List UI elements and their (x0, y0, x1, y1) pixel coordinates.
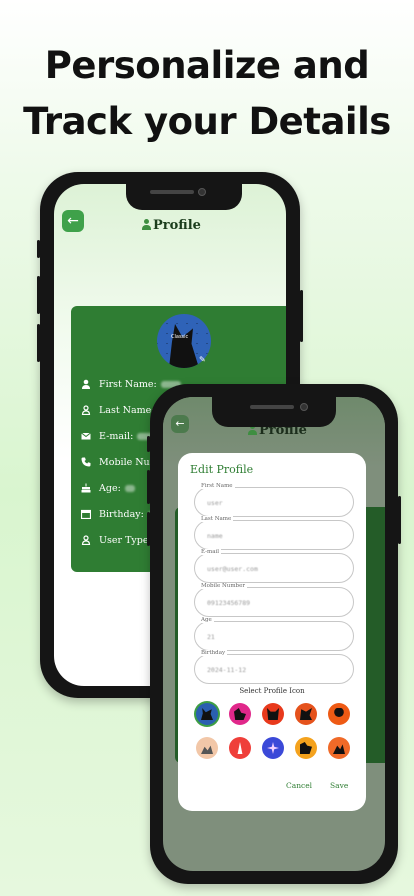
person-outline-icon (81, 535, 91, 546)
notch (126, 184, 242, 210)
phone-icon (81, 457, 91, 467)
birthday-field[interactable]: Birthday 2024-11-12 (194, 650, 354, 684)
last-name-field[interactable]: Last Name name (194, 516, 354, 550)
landscape-peach-icon[interactable] (196, 737, 218, 759)
cat-red-icon[interactable] (262, 703, 284, 725)
cancel-button[interactable]: Cancel (286, 781, 312, 790)
edit-profile-dialog: Edit Profile First Name user Last Name n… (178, 453, 366, 811)
power-button (398, 496, 401, 544)
age-field[interactable]: Age 21 (194, 617, 354, 651)
dialog-title: Edit Profile (190, 463, 254, 476)
volume-down-button (147, 512, 150, 546)
wolf-orange-icon[interactable] (295, 703, 317, 725)
camera (198, 188, 206, 196)
mountain-orange-icon[interactable] (328, 737, 350, 759)
dog-blue-icon[interactable] (196, 703, 218, 725)
select-profile-icon-label: Select Profile Icon (239, 687, 305, 695)
row-age: Age: (81, 480, 135, 496)
person-icon (142, 219, 151, 230)
cake-icon (81, 483, 91, 493)
volume-up-button (147, 470, 150, 504)
side-button (147, 436, 150, 452)
speaker (250, 405, 294, 409)
tower-red-icon[interactable] (229, 737, 251, 759)
power-button (300, 290, 303, 342)
back-button[interactable]: ← (62, 210, 84, 232)
edit-pencil-icon[interactable]: ✎ (199, 356, 207, 364)
person-outline-icon (81, 405, 91, 416)
speaker (150, 190, 194, 194)
headline-line-2: Track your Details (23, 100, 391, 143)
cat-yellow-icon[interactable] (295, 737, 317, 759)
headline: Personalize and Track your Details (0, 38, 414, 150)
volume-down-button (37, 324, 40, 362)
avatar-caption: Classic (171, 334, 189, 340)
headline-line-1: Personalize and (44, 44, 370, 87)
dog-pink-icon[interactable] (229, 703, 251, 725)
volume-up-button (37, 276, 40, 314)
person-orange-icon[interactable] (328, 703, 350, 725)
first-name-field[interactable]: First Name user (194, 483, 354, 517)
page-title: Profile (142, 218, 201, 233)
notch (212, 397, 336, 427)
front-screen: ← Profile Edit Profile First Name user L… (163, 397, 385, 871)
save-button[interactable]: Save (330, 781, 348, 790)
phone-front: ← Profile Edit Profile First Name user L… (147, 384, 401, 884)
mobile-number-field[interactable]: Mobile Number 09123456789 (194, 583, 354, 617)
mail-icon (81, 431, 91, 441)
camera (300, 403, 308, 411)
side-button (37, 240, 40, 258)
email-field[interactable]: E-mail user@user.com (194, 549, 354, 583)
sparkle-blue-icon[interactable] (262, 737, 284, 759)
back-button[interactable]: ← (171, 415, 189, 433)
person-icon (81, 379, 91, 389)
calendar-icon (80, 509, 92, 520)
